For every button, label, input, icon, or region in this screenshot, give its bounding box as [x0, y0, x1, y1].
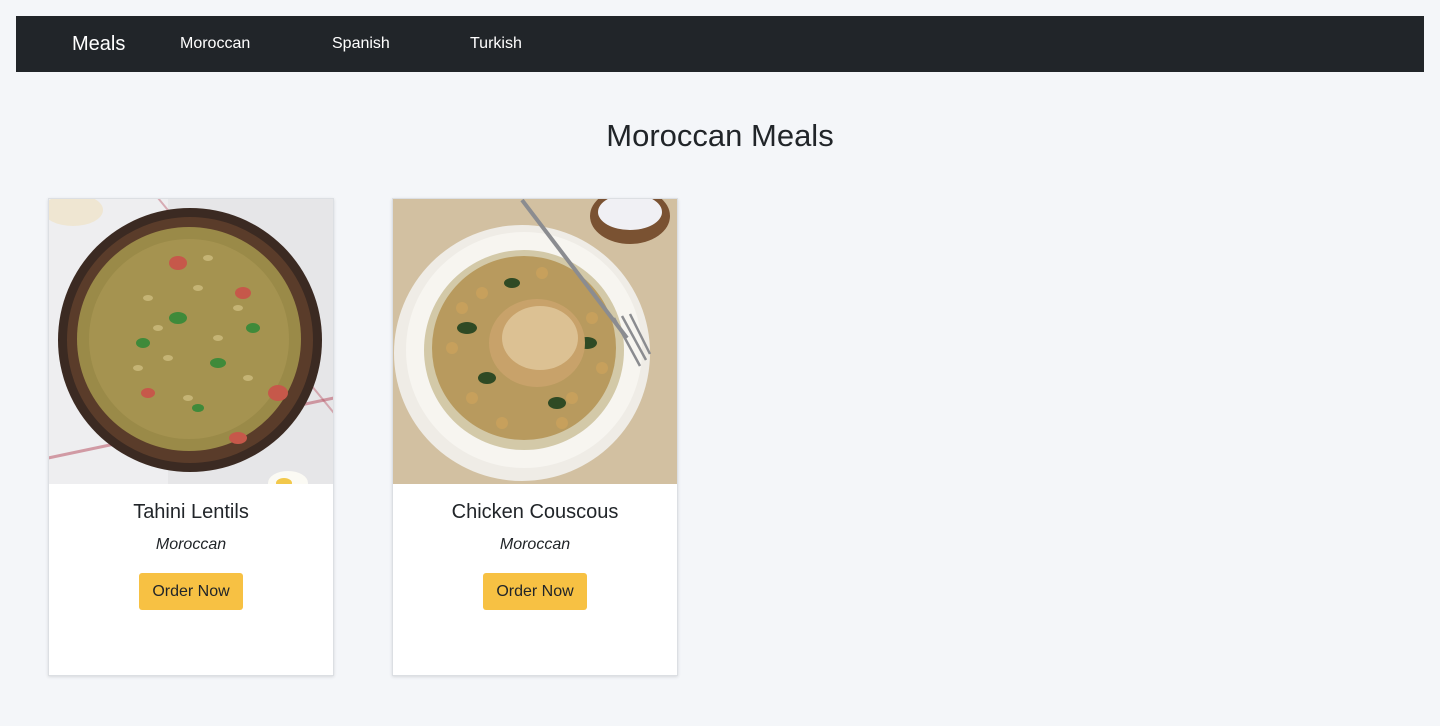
- meal-cuisine: Moroccan: [499, 536, 571, 553]
- page-title: Moroccan Meals: [606, 118, 834, 153]
- nav-link-moroccan[interactable]: Moroccan: [180, 16, 250, 72]
- nav-link-spanish[interactable]: Spanish: [332, 16, 390, 72]
- chicken-couscous-image: [393, 199, 677, 484]
- top-navbar: Meals Moroccan Spanish Turkish: [16, 16, 1424, 72]
- nav-link-turkish[interactable]: Turkish: [470, 16, 522, 72]
- meal-cuisine: Moroccan: [155, 536, 227, 553]
- meal-card-chicken-couscous: Chicken Couscous Moroccan Order Now: [392, 198, 678, 676]
- order-now-button[interactable]: Order Now: [483, 573, 587, 610]
- meal-card-tahini-lentils: Tahini Lentils Moroccan Order Now: [48, 198, 334, 676]
- order-now-button[interactable]: Order Now: [139, 573, 243, 610]
- meal-title: Tahini Lentils: [133, 501, 249, 523]
- tahini-lentils-image: [49, 199, 333, 484]
- meal-title: Chicken Couscous: [451, 501, 619, 523]
- navbar-brand[interactable]: Meals: [72, 16, 125, 72]
